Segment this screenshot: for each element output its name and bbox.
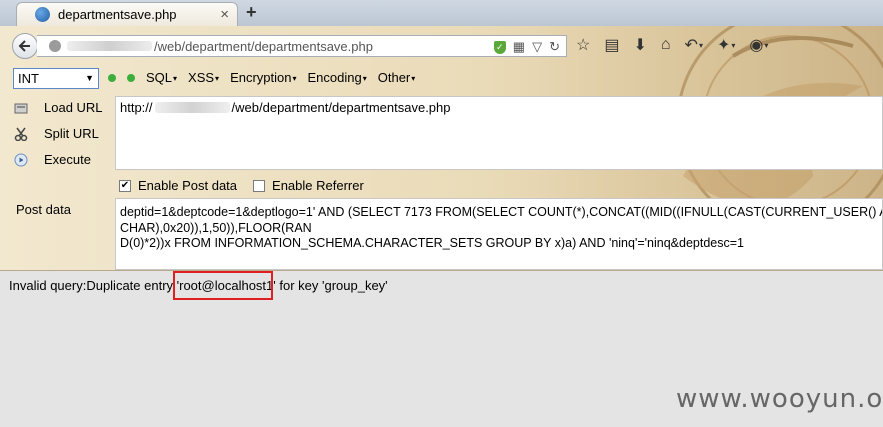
url-prefix: http:// <box>120 100 153 115</box>
shield-icon[interactable]: ✓ <box>493 40 506 54</box>
enable-post-label: Enable Post data <box>138 178 238 193</box>
tab-title: departmentsave.php <box>58 7 177 22</box>
post-line: deptid=1&deptcode=1&deptlogo=1' AND (SEL… <box>120 205 883 219</box>
menu-other[interactable]: Other▾ <box>378 70 416 85</box>
url-suffix: /web/department/departmentsave.php <box>231 100 451 115</box>
menu-icon[interactable]: ◉▾ <box>749 35 768 55</box>
scissors-icon <box>14 127 28 141</box>
redacted-host <box>154 102 230 113</box>
error-suffix: 1' for key 'group_key' <box>266 278 388 293</box>
site-identity-icon[interactable] <box>49 40 61 52</box>
download-icon[interactable]: ⬇ <box>633 35 646 55</box>
chevron-down-icon: ▼ <box>85 73 94 83</box>
load-icon <box>14 103 28 113</box>
tab-departmentsave[interactable]: departmentsave.php × <box>16 2 238 26</box>
menu-encryption[interactable]: Encryption▾ <box>230 70 296 85</box>
menu-encoding[interactable]: Encoding▾ <box>308 70 367 85</box>
reload-icon[interactable]: ↻ <box>549 39 560 55</box>
tab-strip: departmentsave.php × + <box>0 0 883 26</box>
redacted-host <box>67 41 152 51</box>
type-select[interactable]: INT ▼ <box>13 68 99 89</box>
load-url-label: Load URL <box>44 100 103 115</box>
plus-icon[interactable] <box>127 73 135 82</box>
options-row: ✔ Enable Post data Enable Referrer <box>119 178 364 193</box>
reading-list-icon[interactable]: ▤ <box>604 35 619 55</box>
qr-code-icon[interactable]: ▦ <box>513 39 525 55</box>
home-icon[interactable]: ⌂ <box>661 36 671 54</box>
address-path: /web/department/departmentsave.php <box>154 38 373 54</box>
hackbar-toolbar: INT ▼ SQL▾ XSS▾ Encryption▾ Encoding▾ Ot… <box>0 68 600 90</box>
url-textarea[interactable]: http:// /web/department/departmentsave.p… <box>115 96 883 170</box>
minus-icon[interactable] <box>108 73 116 82</box>
split-url-label: Split URL <box>44 126 99 141</box>
star-icon[interactable]: ☆ <box>576 35 590 55</box>
play-icon <box>14 153 28 166</box>
type-select-value: INT <box>18 71 39 86</box>
enable-referrer-checkbox[interactable] <box>253 179 266 192</box>
load-url-button[interactable]: Load URL <box>14 100 103 115</box>
highlight-box <box>173 271 273 300</box>
enable-post-checkbox[interactable]: ✔ <box>119 179 131 192</box>
globe-icon <box>35 7 50 22</box>
browser-chrome: /web/department/departmentsave.php ✓ ▦ ▽… <box>0 26 883 271</box>
enable-referrer-label: Enable Referrer <box>272 178 364 193</box>
address-bar[interactable]: /web/department/departmentsave.php ✓ ▦ ▽… <box>37 35 567 57</box>
watermark: www.wooyun.org <box>676 384 883 414</box>
post-line: D(0)*2))x FROM INFORMATION_SCHEMA.CHARAC… <box>120 236 744 250</box>
post-line: CHAR),0x20)),1,50)),FLOOR(RAN <box>120 220 312 235</box>
back-arrow-icon[interactable] <box>12 33 38 59</box>
menu-xss[interactable]: XSS▾ <box>188 70 219 85</box>
post-data-label: Post data <box>16 202 71 217</box>
execute-button[interactable]: Execute <box>14 152 91 167</box>
puzzle-icon[interactable]: ✦▾ <box>717 35 735 55</box>
execute-label: Execute <box>44 152 91 167</box>
navigation-bar: /web/department/departmentsave.php ✓ ▦ ▽… <box>0 32 883 60</box>
undo-icon[interactable]: ↶▾ <box>685 35 703 55</box>
error-prefix: Invalid query:Duplicate entry ' <box>9 278 180 293</box>
menu-sql[interactable]: SQL▾ <box>146 70 177 85</box>
new-tab-button[interactable]: + <box>246 2 257 23</box>
close-icon[interactable]: × <box>220 6 229 23</box>
post-data-textarea[interactable]: deptid=1&deptcode=1&deptlogo=1' AND (SEL… <box>115 198 883 270</box>
split-url-button[interactable]: Split URL <box>14 126 99 141</box>
dropmarker-icon[interactable]: ▽ <box>532 39 542 55</box>
